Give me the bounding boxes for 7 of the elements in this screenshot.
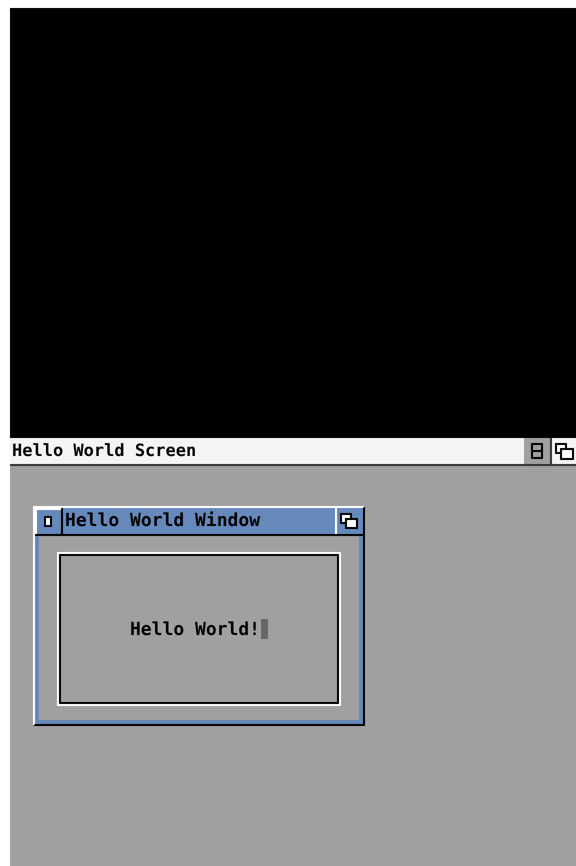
message-text: Hello World! bbox=[130, 618, 260, 640]
text-cursor bbox=[261, 619, 268, 639]
layers-icon[interactable] bbox=[550, 438, 576, 464]
close-icon[interactable] bbox=[35, 508, 63, 534]
depth-icon[interactable] bbox=[524, 438, 550, 464]
screen-title: Hello World Screen bbox=[11, 441, 196, 461]
window-title: Hello World Window bbox=[64, 509, 262, 533]
